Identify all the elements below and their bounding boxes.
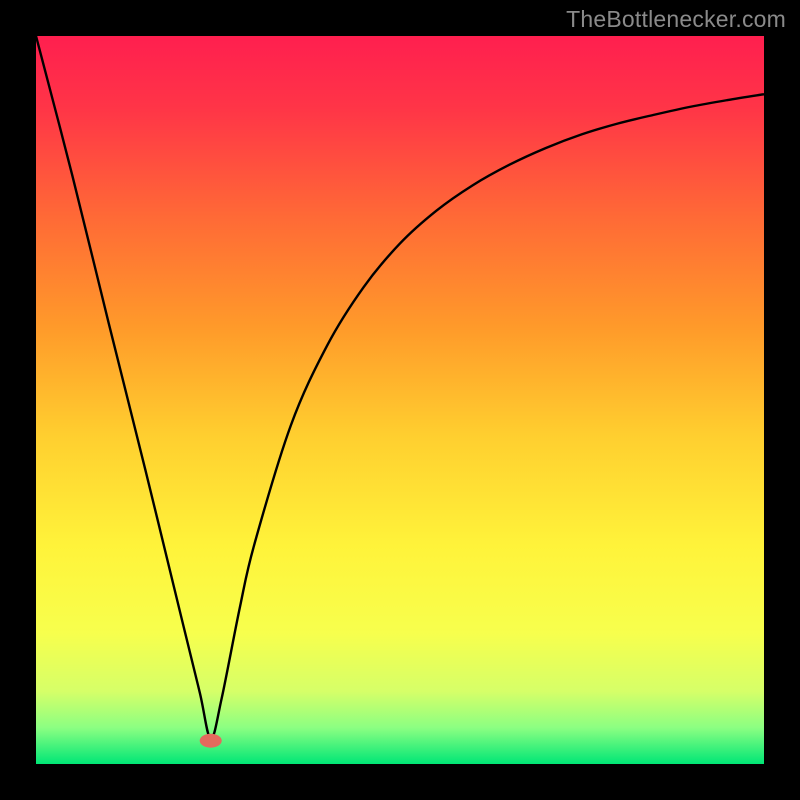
chart-background-gradient [36,36,764,764]
chart-frame: TheBottlenecker.com [0,0,800,800]
chart-plot-area [36,36,764,764]
attribution-label: TheBottlenecker.com [566,6,786,33]
chart-svg [36,36,764,764]
chart-min-marker [200,734,222,748]
